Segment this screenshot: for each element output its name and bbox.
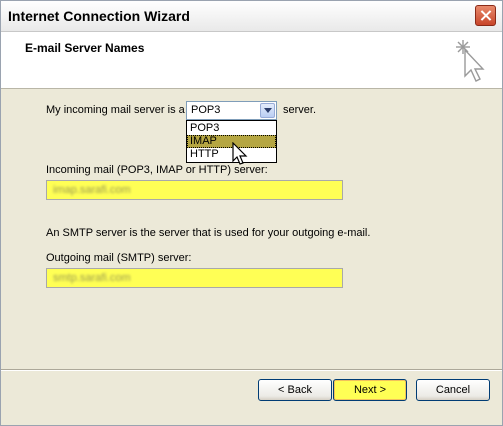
option-pop3[interactable]: POP3	[187, 122, 276, 135]
server-type-value: POP3	[191, 104, 221, 116]
server-type-select[interactable]: POP3	[186, 101, 277, 120]
title-bar[interactable]: Internet Connection Wizard	[1, 1, 502, 32]
wizard-window: Internet Connection Wizard E-mail Server…	[0, 0, 503, 426]
back-button[interactable]: < Back	[258, 379, 332, 401]
incoming-type-prefix: My incoming mail server is a	[46, 104, 185, 116]
next-button[interactable]: Next >	[333, 379, 407, 401]
incoming-server-value: imap.sarafi.com	[53, 184, 131, 196]
incoming-server-input[interactable]: imap.sarafi.com	[46, 180, 343, 200]
mouse-pointer-icon	[232, 142, 248, 165]
page-title: E-mail Server Names	[25, 41, 145, 55]
incoming-server-label: Incoming mail (POP3, IMAP or HTTP) serve…	[46, 164, 268, 176]
outgoing-server-value: smtp.sarafi.com	[53, 272, 131, 284]
chevron-down-icon[interactable]	[260, 103, 275, 118]
outgoing-server-input[interactable]: smtp.sarafi.com	[46, 268, 343, 288]
smtp-note: An SMTP server is the server that is use…	[46, 227, 371, 239]
window-title: Internet Connection Wizard	[8, 8, 190, 24]
incoming-type-suffix: server.	[283, 104, 317, 116]
close-icon[interactable]	[475, 5, 496, 26]
wizard-icon	[456, 40, 485, 82]
cancel-button[interactable]: Cancel	[416, 379, 490, 401]
wizard-header: E-mail Server Names	[1, 32, 502, 89]
outgoing-server-label: Outgoing mail (SMTP) server:	[46, 252, 192, 264]
footer-divider	[1, 369, 502, 371]
